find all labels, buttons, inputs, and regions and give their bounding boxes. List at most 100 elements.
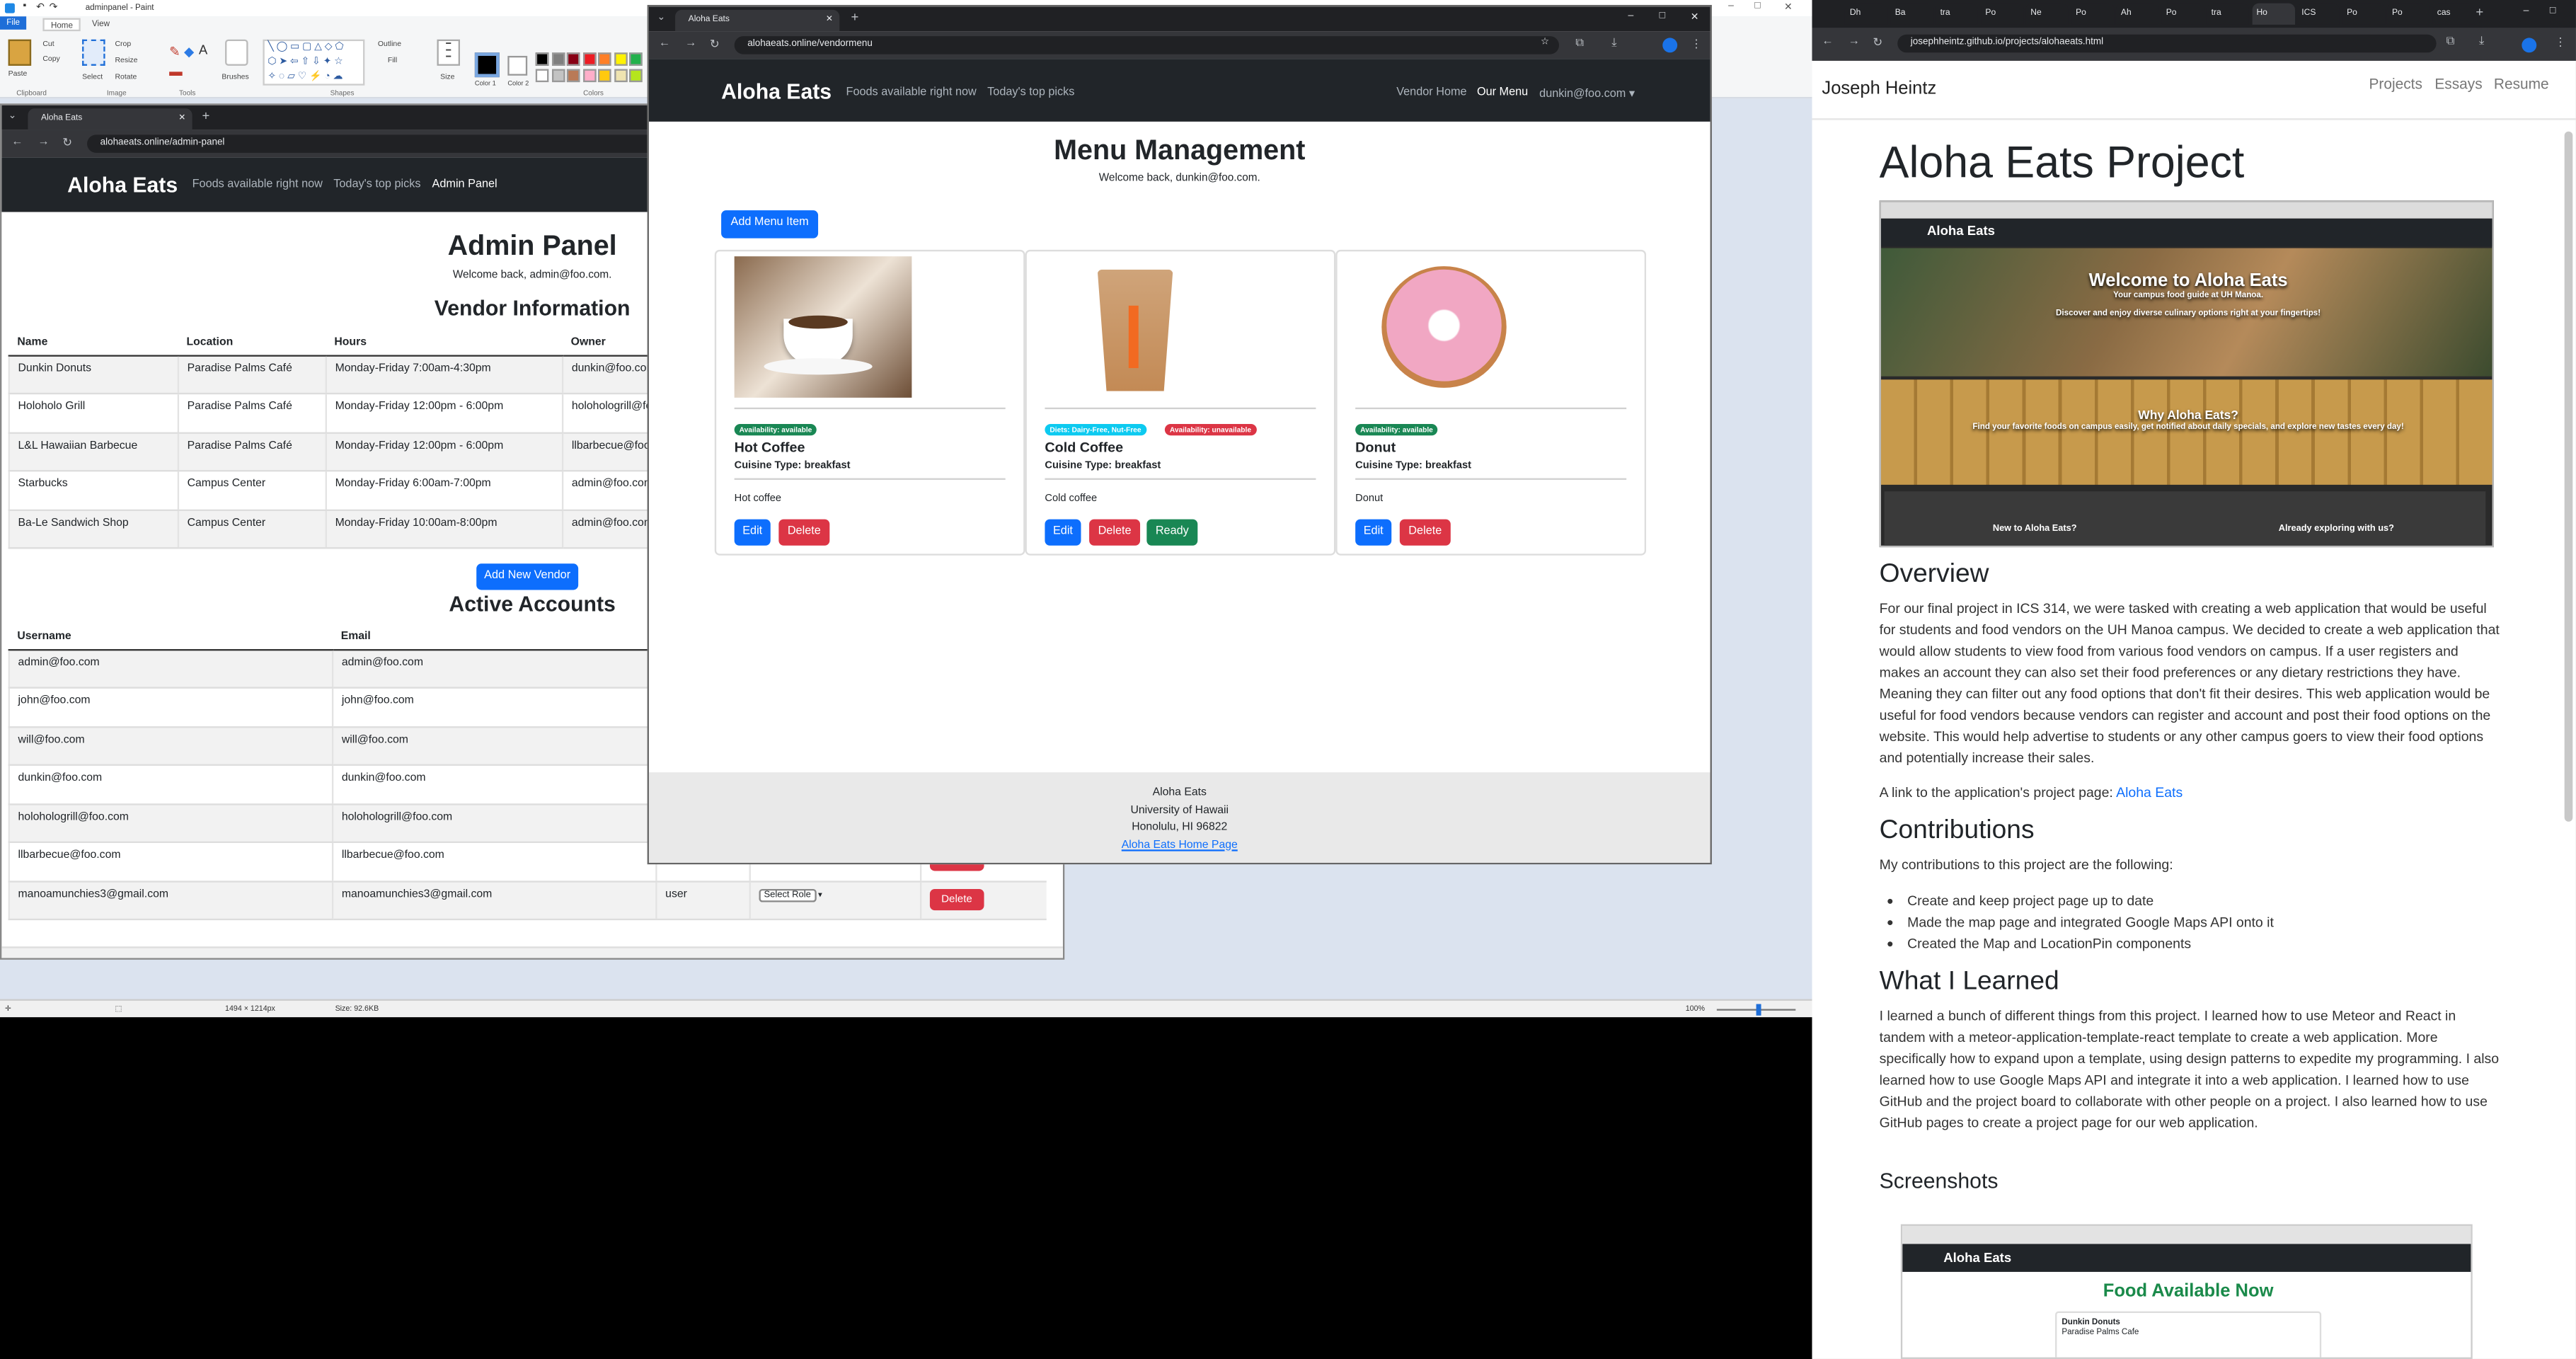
back-icon[interactable]: ← bbox=[11, 137, 23, 148]
close-icon[interactable]: ✕ bbox=[1691, 11, 1699, 23]
vendor-user-dropdown[interactable]: dunkin@foo.com ▾ bbox=[1539, 87, 1635, 100]
rotate-button[interactable]: Rotate bbox=[115, 72, 137, 81]
portfolio-scrollbar[interactable] bbox=[2564, 131, 2573, 822]
pencil-icon[interactable]: ✎ bbox=[169, 45, 180, 59]
browser-tab[interactable]: Ba bbox=[1890, 3, 1933, 25]
paint-tab-file[interactable]: File bbox=[0, 16, 27, 30]
profile-avatar[interactable] bbox=[1662, 38, 1678, 53]
shapes-gallery[interactable]: ╲ ◯ ▭ ▢ △ ◇ ⬠ ⬡ ➤ ⇦ ⇧ ⇩ ✦ ☆ ✧ ◌ ▱ ♡ ⚡ ◔ ☁ bbox=[263, 39, 365, 86]
vendor-nav-home[interactable]: Vendor Home bbox=[1396, 87, 1466, 98]
palette-swatch[interactable] bbox=[535, 52, 549, 66]
select-icon[interactable] bbox=[82, 39, 105, 66]
add-vendor-button[interactable]: Add New Vendor bbox=[476, 563, 579, 590]
reload-icon[interactable]: ↻ bbox=[710, 38, 720, 51]
browser-tab[interactable]: Po bbox=[1980, 3, 2023, 25]
select-role-dropdown[interactable]: Select Role bbox=[759, 888, 816, 902]
close-icon[interactable]: ✕ bbox=[1784, 1, 1793, 13]
tab-close-icon[interactable]: ✕ bbox=[178, 113, 185, 123]
resize-button[interactable]: Resize bbox=[115, 56, 137, 64]
edit-button[interactable]: Edit bbox=[1355, 519, 1392, 546]
ready-button[interactable]: Ready bbox=[1146, 519, 1198, 546]
palette-swatch[interactable] bbox=[566, 52, 580, 66]
vendor-brand[interactable]: Aloha Eats bbox=[721, 79, 832, 103]
vendor-nav-foods[interactable]: Foods available right now bbox=[846, 87, 977, 98]
paste-icon[interactable] bbox=[8, 39, 32, 66]
tab-close-icon[interactable]: ✕ bbox=[826, 15, 833, 25]
admin-brand[interactable]: Aloha Eats bbox=[67, 173, 178, 197]
palette-swatch[interactable] bbox=[614, 52, 627, 66]
browser-tab[interactable]: Po bbox=[2071, 3, 2114, 25]
palette-swatch[interactable] bbox=[597, 52, 611, 66]
bookmark-star-icon[interactable]: ☆ bbox=[1541, 38, 1549, 47]
delete-button[interactable]: Delete bbox=[1089, 519, 1141, 546]
copy-button[interactable]: Copy bbox=[42, 55, 59, 63]
paint-tab-view[interactable]: View bbox=[86, 18, 117, 32]
forward-icon[interactable]: → bbox=[1848, 36, 1860, 47]
portfolio-url-bar[interactable]: josephheintz.github.io/projects/alohaeat… bbox=[1897, 34, 2437, 53]
palette-swatch[interactable] bbox=[629, 52, 643, 66]
vendor-url-bar[interactable]: alohaeats.online/vendormenu ☆ bbox=[734, 36, 1560, 55]
size-icon[interactable]: ━ ━ ━ bbox=[437, 39, 460, 66]
browser-tab[interactable]: Ne bbox=[2025, 3, 2069, 25]
maximize-icon[interactable]: □ bbox=[1754, 1, 1760, 11]
profile-avatar[interactable] bbox=[2522, 38, 2537, 53]
reload-icon[interactable]: ↻ bbox=[1873, 36, 1882, 49]
kebab-menu-icon[interactable]: ⋮ bbox=[1691, 38, 1702, 51]
color2-swatch[interactable] bbox=[507, 55, 528, 76]
nav-projects[interactable]: Projects bbox=[2369, 76, 2422, 92]
save-icon[interactable]: ▪ bbox=[23, 1, 26, 11]
vendor-nav-toppicks[interactable]: Today's top picks bbox=[987, 87, 1074, 98]
forward-icon[interactable]: → bbox=[685, 38, 696, 49]
fill-icon[interactable]: ◆ bbox=[184, 45, 194, 59]
back-icon[interactable]: ← bbox=[659, 38, 670, 49]
eraser-icon[interactable]: ▬ bbox=[169, 64, 183, 79]
browser-tab[interactable]: cas bbox=[2432, 3, 2476, 25]
edit-button[interactable]: Edit bbox=[734, 519, 771, 546]
palette-swatch[interactable] bbox=[582, 52, 596, 66]
download-icon[interactable]: ⤓ bbox=[2479, 36, 2484, 50]
browser-tab[interactable]: tra bbox=[2206, 3, 2249, 25]
vendor-nav-menu[interactable]: Our Menu bbox=[1477, 87, 1528, 98]
browser-tab[interactable]: Ho bbox=[2251, 3, 2294, 25]
forward-icon[interactable]: → bbox=[38, 137, 49, 148]
download-icon[interactable]: ⤓ bbox=[1611, 38, 1616, 51]
browser-tab[interactable]: Po bbox=[2342, 3, 2385, 25]
admin-nav-adminpanel[interactable]: Admin Panel bbox=[432, 179, 498, 190]
palette-swatch[interactable] bbox=[597, 69, 611, 83]
palette-swatch[interactable] bbox=[535, 69, 549, 83]
maximize-icon[interactable]: □ bbox=[2550, 6, 2555, 16]
zoom-slider-thumb[interactable] bbox=[1756, 1004, 1761, 1016]
palette-swatch[interactable] bbox=[551, 52, 565, 66]
admin-nav-foods[interactable]: Foods available right now bbox=[192, 179, 323, 190]
new-tab-icon[interactable]: + bbox=[2476, 5, 2483, 20]
tab-search-icon[interactable]: ⌄ bbox=[657, 11, 666, 23]
browser-tab[interactable]: ICS bbox=[2296, 3, 2340, 25]
minimize-icon[interactable]: – bbox=[2524, 6, 2529, 16]
crop-button[interactable]: Crop bbox=[115, 40, 131, 48]
project-link[interactable]: Aloha Eats bbox=[2116, 784, 2183, 800]
redo-icon[interactable]: ↷ bbox=[50, 1, 58, 13]
delete-button[interactable]: Delete bbox=[1399, 519, 1451, 546]
extensions-icon[interactable]: ⧉ bbox=[1575, 38, 1584, 51]
admin-horizontal-scrollbar[interactable] bbox=[1, 946, 1063, 958]
admin-tab[interactable]: Aloha Eats ✕ bbox=[28, 108, 192, 130]
undo-icon[interactable]: ↶ bbox=[36, 1, 45, 13]
browser-tab[interactable]: Ah bbox=[2115, 3, 2159, 25]
delete-account-button[interactable]: Delete bbox=[929, 888, 984, 910]
footer-home-link[interactable]: Aloha Eats Home Page bbox=[649, 837, 1710, 854]
add-menu-item-button[interactable]: Add Menu Item bbox=[721, 210, 819, 239]
site-name[interactable]: Joseph Heintz bbox=[1822, 79, 1936, 98]
browser-tab[interactable]: Dh bbox=[1844, 3, 1888, 25]
browser-tab[interactable]: tra bbox=[1935, 3, 1978, 25]
nav-essays[interactable]: Essays bbox=[2434, 76, 2482, 92]
maximize-icon[interactable]: □ bbox=[1660, 11, 1665, 21]
extensions-icon[interactable]: ⧉ bbox=[2446, 36, 2455, 50]
new-tab-icon[interactable]: + bbox=[202, 108, 210, 123]
kebab-menu-icon[interactable]: ⋮ bbox=[2555, 36, 2566, 49]
palette-swatch[interactable] bbox=[582, 69, 596, 83]
cut-button[interactable]: Cut bbox=[42, 40, 54, 48]
paint-tab-home[interactable]: Home bbox=[42, 18, 81, 32]
outline-button[interactable]: Outline bbox=[378, 40, 401, 48]
edit-button[interactable]: Edit bbox=[1045, 519, 1081, 546]
palette-swatch[interactable] bbox=[629, 69, 643, 83]
